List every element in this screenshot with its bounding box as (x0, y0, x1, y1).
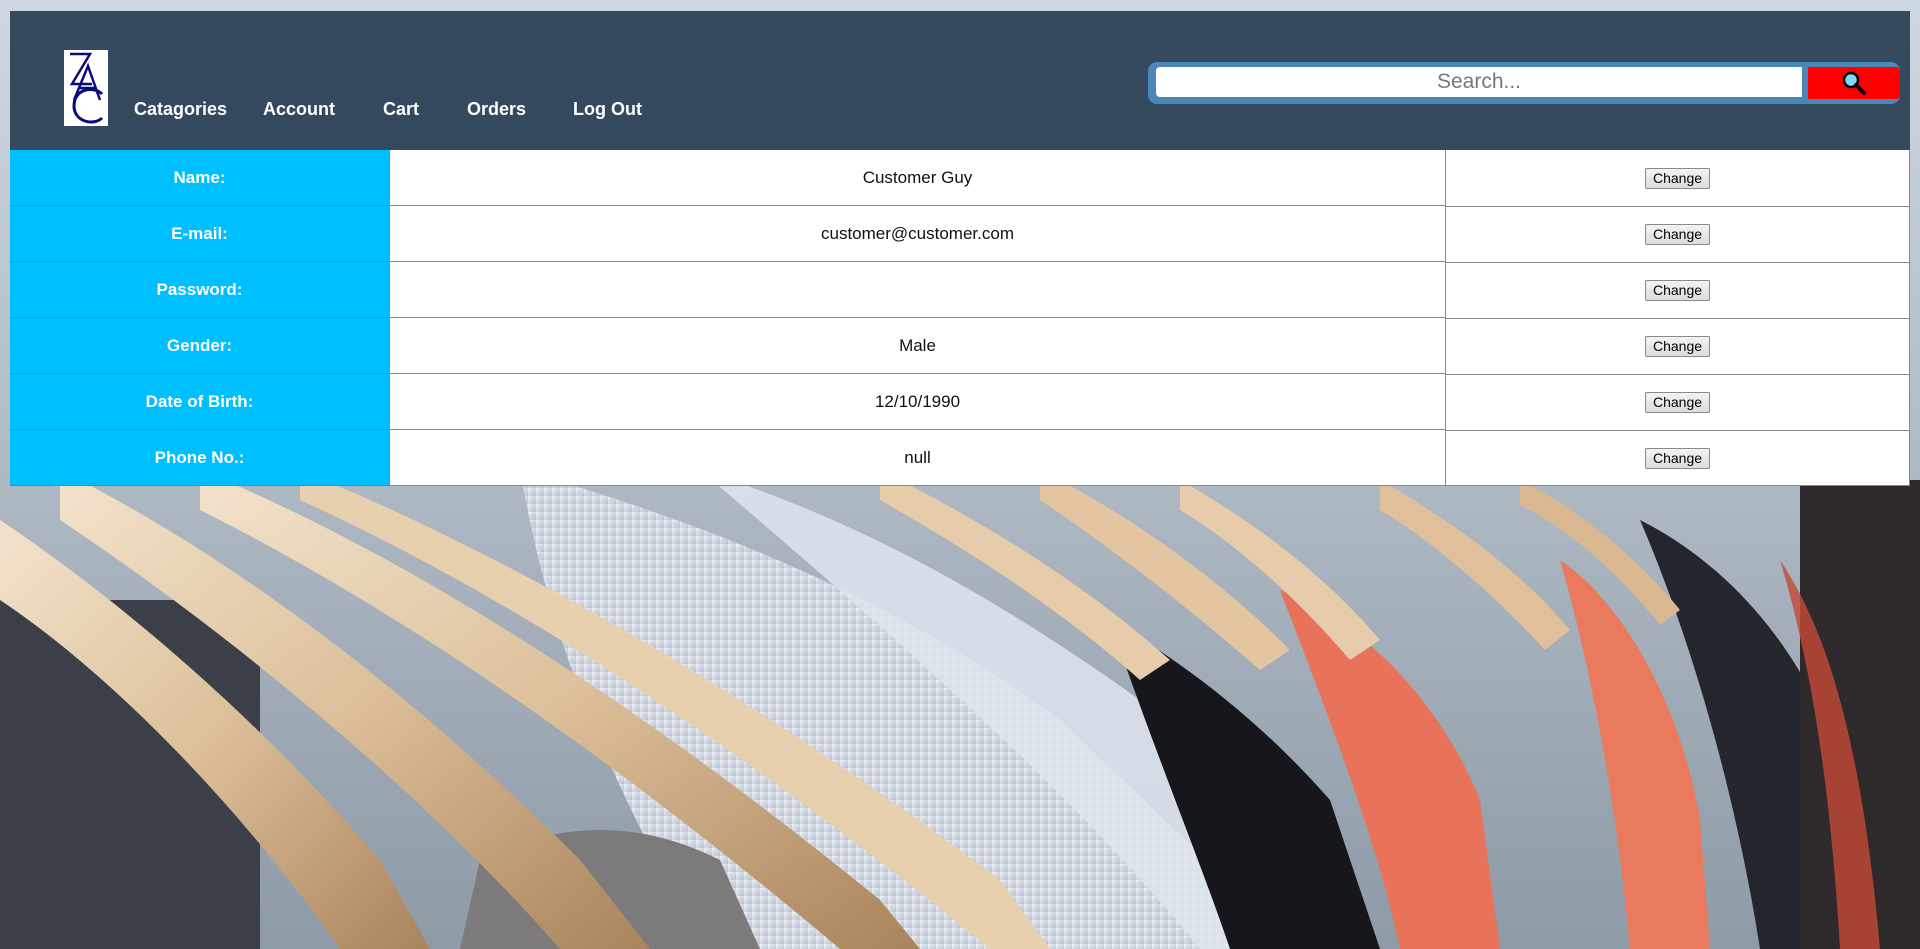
row-label-gender: Gender: (10, 318, 389, 374)
account-details-table: Name: Customer Guy Change E-mail: custom… (10, 150, 1910, 486)
site-header: Catagories Account Cart Orders Log Out (10, 11, 1910, 150)
search-input[interactable] (1156, 67, 1802, 97)
change-gender-button[interactable]: Change (1644, 336, 1711, 357)
search-bar (1148, 62, 1900, 104)
row-value-name: Customer Guy (389, 150, 1446, 206)
row-label-email: E-mail: (10, 206, 389, 262)
change-password-button[interactable]: Change (1644, 280, 1711, 301)
magnifier-icon (1842, 71, 1866, 95)
row-action-cell: Change (1446, 430, 1910, 486)
row-action-cell: Change (1446, 262, 1910, 318)
row-action-cell: Change (1446, 150, 1910, 206)
nav-account[interactable]: Account (263, 99, 335, 120)
nav-orders[interactable]: Orders (467, 99, 526, 120)
change-phone-button[interactable]: Change (1644, 447, 1711, 469)
row-action-cell: Change (1446, 374, 1910, 430)
row-action-cell: Change (1446, 206, 1910, 262)
row-value-email: customer@customer.com (389, 206, 1446, 262)
nav-log-out[interactable]: Log Out (573, 99, 642, 120)
table-row: Password: Change (10, 262, 1910, 318)
row-label-date-of-birth: Date of Birth: (10, 374, 389, 430)
nav-cart[interactable]: Cart (383, 99, 419, 120)
table-row: Date of Birth: 12/10/1990 Change (10, 374, 1910, 430)
nav-catagories[interactable]: Catagories (134, 99, 227, 120)
row-value-phone: null (389, 430, 1446, 486)
row-label-phone: Phone No.: (10, 430, 389, 486)
logo[interactable] (64, 50, 108, 126)
zac-logo-icon (69, 52, 104, 124)
change-name-button[interactable]: Change (1644, 167, 1711, 189)
row-value-date-of-birth: 12/10/1990 (389, 374, 1446, 430)
table-row: E-mail: customer@customer.com Change (10, 206, 1910, 262)
table-row: Phone No.: null Change (10, 430, 1910, 486)
row-value-password (389, 262, 1446, 318)
search-button[interactable] (1808, 67, 1900, 99)
table-row: Name: Customer Guy Change (10, 150, 1910, 206)
table-row: Gender: Male Change (10, 318, 1910, 374)
row-action-cell: Change (1446, 318, 1910, 374)
change-date-of-birth-button[interactable]: Change (1644, 392, 1711, 413)
change-email-button[interactable]: Change (1644, 224, 1711, 245)
row-value-gender: Male (389, 318, 1446, 374)
row-label-name: Name: (10, 150, 389, 206)
row-label-password: Password: (10, 262, 389, 318)
